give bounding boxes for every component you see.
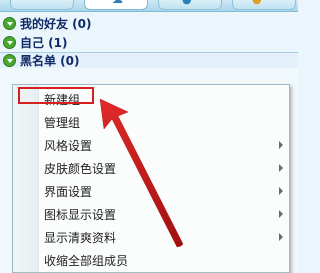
group-label: 我的好友 (0) bbox=[20, 17, 92, 31]
group-my-friends[interactable]: 我的好友 (0) bbox=[0, 15, 298, 32]
group-label: 黑名单 (0) bbox=[20, 54, 80, 68]
expand-arrow-icon bbox=[3, 17, 16, 30]
group-self[interactable]: 自己 (1) bbox=[0, 34, 298, 51]
submenu-arrow-icon bbox=[279, 187, 283, 195]
globe-icon: ● bbox=[182, 0, 192, 6]
submenu-arrow-icon bbox=[279, 141, 283, 149]
menu-item-show-clean-profile[interactable]: 显示清爽资料 bbox=[13, 225, 289, 249]
context-menu: 新建组 管理组 风格设置 皮肤颜色设置 界面设置 图标显示设置 显示清爽资料 收… bbox=[12, 84, 290, 273]
tab-contacts[interactable] bbox=[10, 0, 74, 10]
menu-item-label: 图标显示设置 bbox=[44, 207, 117, 222]
menu-item-label: 管理组 bbox=[44, 115, 81, 130]
group-label: 自己 (1) bbox=[20, 36, 68, 50]
menu-item-collapse-all[interactable]: 收缩全部组成员 bbox=[13, 248, 289, 272]
menu-item-icon-display[interactable]: 图标显示设置 bbox=[13, 202, 289, 226]
chat-bubble-icon: ☁ bbox=[112, 0, 123, 6]
menu-item-label: 皮肤颜色设置 bbox=[44, 161, 117, 176]
menu-item-label: 界面设置 bbox=[44, 184, 93, 199]
menu-item-skin-color[interactable]: 皮肤颜色设置 bbox=[13, 156, 289, 180]
tab-more[interactable] bbox=[232, 0, 296, 10]
highlight-box bbox=[18, 87, 94, 104]
group-blacklist[interactable]: 黑名单 (0) bbox=[0, 52, 298, 69]
submenu-arrow-icon bbox=[279, 210, 283, 218]
expand-arrow-icon bbox=[3, 54, 16, 67]
submenu-arrow-icon bbox=[279, 164, 283, 172]
expand-arrow-icon bbox=[3, 36, 16, 49]
menu-item-label: 显示清爽资料 bbox=[44, 230, 117, 245]
menu-item-interface-settings[interactable]: 界面设置 bbox=[13, 179, 289, 203]
menu-item-label: 风格设置 bbox=[44, 138, 93, 153]
recent-icon: ◕ bbox=[252, 0, 262, 6]
menu-item-style-settings[interactable]: 风格设置 bbox=[13, 133, 289, 157]
menu-item-label: 收缩全部组成员 bbox=[44, 253, 129, 268]
menu-item-manage-group[interactable]: 管理组 bbox=[13, 110, 289, 134]
top-tab-bar: ☁ ● ◕ bbox=[0, 0, 298, 12]
submenu-arrow-icon bbox=[279, 233, 283, 241]
